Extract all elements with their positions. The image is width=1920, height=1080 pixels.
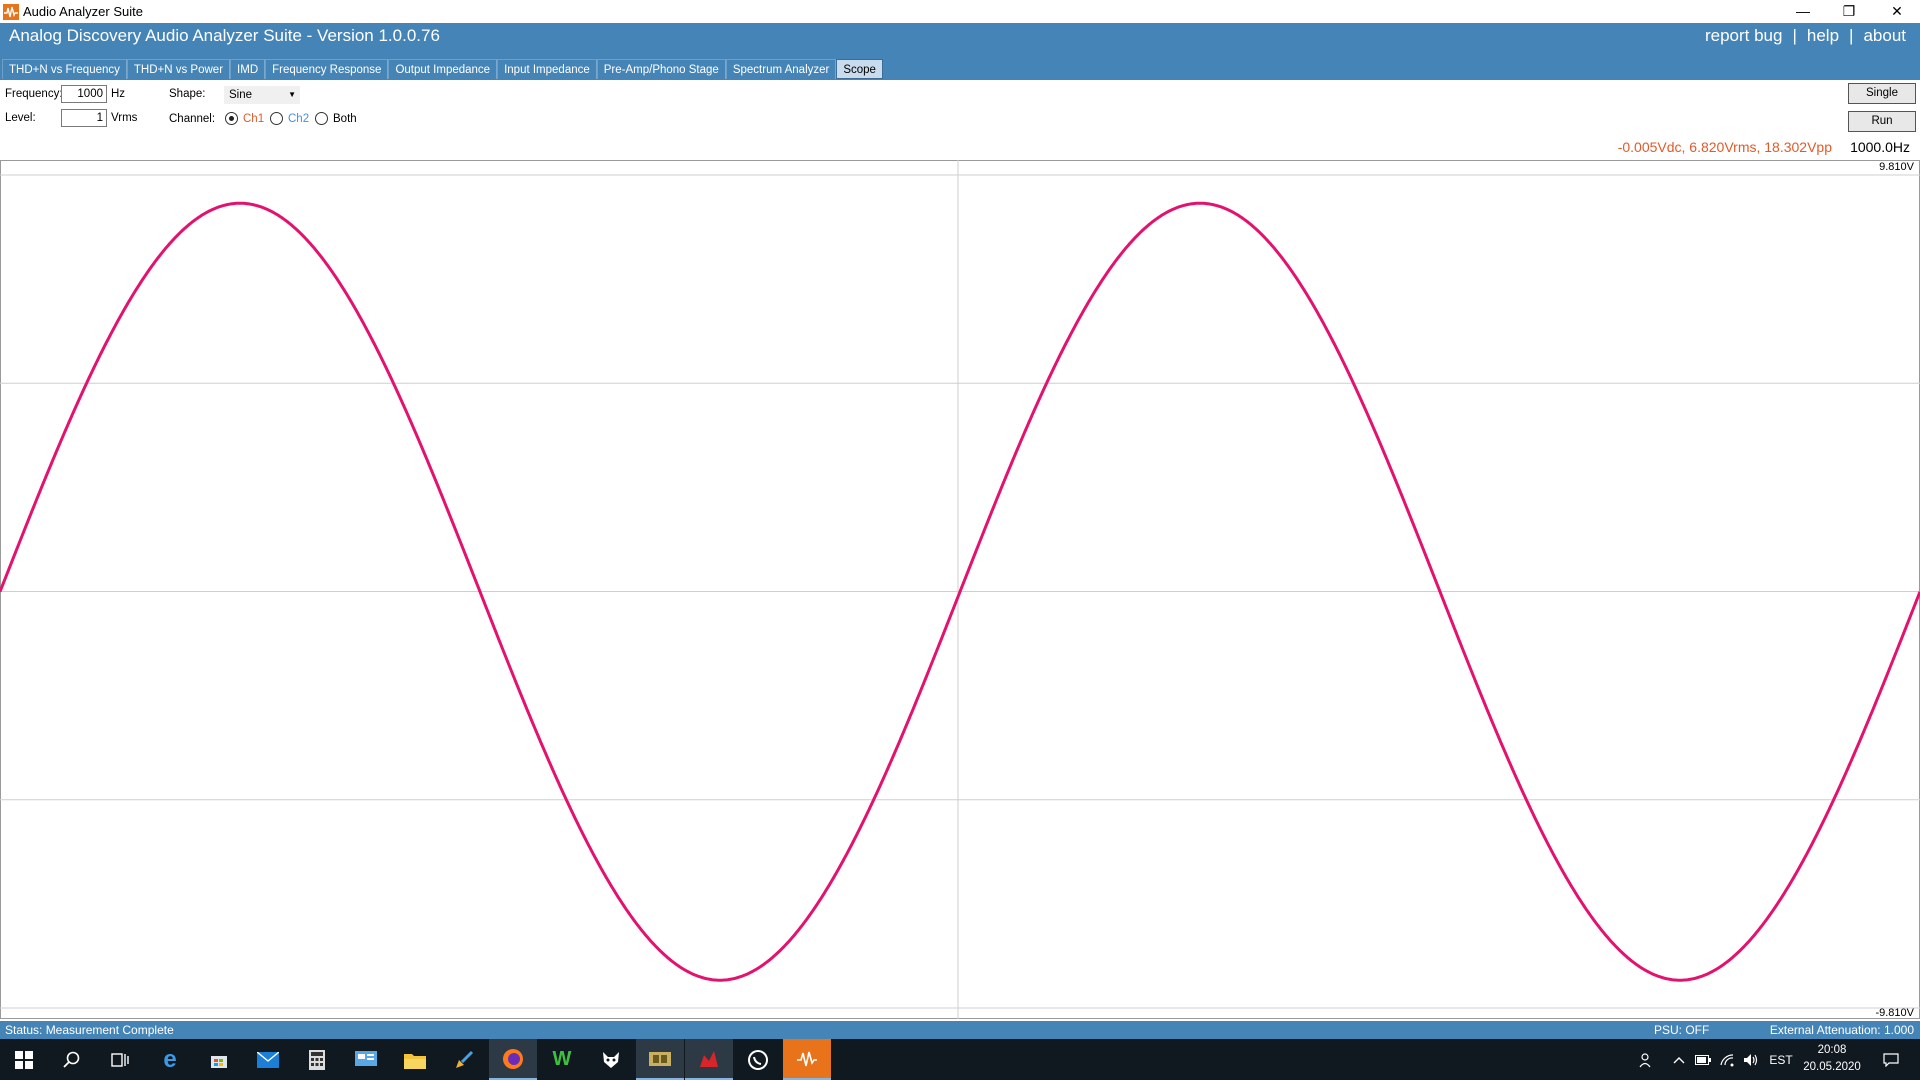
single-button[interactable]: Single <box>1848 83 1916 104</box>
shape-selected-value: Sine <box>229 89 253 101</box>
tab-frequency-response[interactable]: Frequency Response <box>265 59 389 79</box>
ch1-radio[interactable] <box>225 112 238 125</box>
measurement-readout: -0.005Vdc, 6.820Vrms, 18.302Vpp <box>1617 139 1832 155</box>
about-link[interactable]: about <box>1863 26 1906 46</box>
tab-imd[interactable]: IMD <box>230 59 266 79</box>
link-separator: | <box>1792 26 1797 45</box>
audio-analyzer-icon[interactable] <box>783 1039 831 1080</box>
link-separator: | <box>1849 26 1854 45</box>
app-title: Analog Discovery Audio Analyzer Suite - … <box>9 26 440 45</box>
tab-input-impedance[interactable]: Input Impedance <box>497 59 597 79</box>
search-icon[interactable] <box>48 1039 96 1080</box>
tab-thdn-vs-frequency[interactable]: THD+N vs Frequency <box>2 59 127 79</box>
control-panel-icon[interactable] <box>342 1039 390 1080</box>
fox-app-icon[interactable] <box>587 1039 635 1080</box>
frequency-unit: Hz <box>111 88 126 100</box>
frequency-label: Frequency: <box>5 88 63 100</box>
scope-plot[interactable] <box>0 160 1920 1019</box>
frequency-readout: 1000.0Hz <box>1850 139 1910 155</box>
level-label: Level: <box>5 112 36 124</box>
level-input[interactable]: 1 <box>61 109 107 127</box>
clock-date: 20.05.2020 <box>1803 1061 1861 1073</box>
clock-time: 20:08 <box>1817 1044 1847 1056</box>
edge-icon[interactable]: e <box>146 1039 194 1080</box>
ch2-label[interactable]: Ch2 <box>288 113 309 125</box>
y-min-label: -9.810V <box>1875 1007 1914 1019</box>
report-bug-link[interactable]: report bug <box>1705 26 1783 46</box>
calculator-icon[interactable] <box>293 1039 341 1080</box>
window-title: Audio Analyzer Suite <box>23 4 143 19</box>
tab-spectrum-analyzer[interactable]: Spectrum Analyzer <box>725 59 837 79</box>
help-link[interactable]: help <box>1807 26 1839 46</box>
red-app-icon[interactable] <box>685 1039 733 1080</box>
frequency-input[interactable]: 1000 <box>61 85 107 103</box>
battery-icon[interactable] <box>1692 1039 1714 1080</box>
close-button[interactable]: ✕ <box>1874 0 1920 23</box>
tab-scope[interactable]: Scope <box>836 59 883 79</box>
psu-status: PSU: OFF <box>1654 1023 1710 1037</box>
status-bar: Status: Measurement Complete PSU: OFF Ex… <box>0 1021 1920 1039</box>
both-radio[interactable] <box>315 112 328 125</box>
channel-label: Channel: <box>169 113 216 125</box>
taskbar-clock[interactable]: 20:08 20.05.2020 <box>1800 1042 1864 1076</box>
people-icon[interactable] <box>1634 1039 1660 1080</box>
chevron-up-icon[interactable] <box>1668 1039 1690 1080</box>
run-button[interactable]: Run <box>1848 111 1916 132</box>
whatsapp-icon[interactable] <box>734 1039 782 1080</box>
windows-taskbar: e W EST 20:08 20.05.2020 <box>0 1039 1920 1080</box>
mail-icon[interactable] <box>244 1039 292 1080</box>
gpu-app-icon[interactable] <box>636 1039 684 1080</box>
external-attenuation: External Attenuation: 1.000 <box>1769 1023 1914 1037</box>
y-max-label: 9.810V <box>1879 161 1914 173</box>
notification-icon[interactable] <box>1876 1039 1906 1080</box>
status-text: Status: Measurement Complete <box>5 1023 174 1037</box>
tab-output-impedance[interactable]: Output Impedance <box>388 59 498 79</box>
task-view-icon[interactable] <box>96 1039 144 1080</box>
wifi-icon[interactable] <box>1716 1039 1738 1080</box>
volume-icon[interactable] <box>1740 1039 1762 1080</box>
brush-icon[interactable] <box>440 1039 488 1080</box>
chevron-down-icon: ▼ <box>288 90 296 99</box>
scope-plot-svg <box>0 160 1920 1019</box>
tab-pre-amp-phono-stage[interactable]: Pre-Amp/Phono Stage <box>596 59 726 79</box>
store-icon[interactable] <box>195 1039 243 1080</box>
shape-dropdown[interactable]: Sine ▼ <box>224 86 300 104</box>
shape-label: Shape: <box>169 88 206 100</box>
file-explorer-icon[interactable] <box>391 1039 439 1080</box>
firefox-icon[interactable] <box>489 1039 537 1080</box>
input-language[interactable]: EST <box>1766 1039 1796 1080</box>
header-links: report bug | help | about <box>1705 26 1906 46</box>
ch1-label[interactable]: Ch1 <box>243 113 264 125</box>
both-label[interactable]: Both <box>333 113 357 125</box>
level-unit: Vrms <box>111 112 138 124</box>
w-app-icon[interactable]: W <box>538 1039 586 1080</box>
audio-analyzer-app-icon <box>3 4 19 20</box>
ch2-radio[interactable] <box>270 112 283 125</box>
restore-button[interactable]: ❐ <box>1826 0 1872 23</box>
tab-bar: THD+N vs Frequency THD+N vs Power IMD Fr… <box>2 59 883 79</box>
windows-start-icon[interactable] <box>0 1039 48 1080</box>
minimize-button[interactable]: — <box>1780 0 1826 23</box>
tab-thdn-vs-power[interactable]: THD+N vs Power <box>126 59 231 79</box>
window-title-bar: Audio Analyzer Suite — ❐ ✕ <box>0 0 1920 23</box>
